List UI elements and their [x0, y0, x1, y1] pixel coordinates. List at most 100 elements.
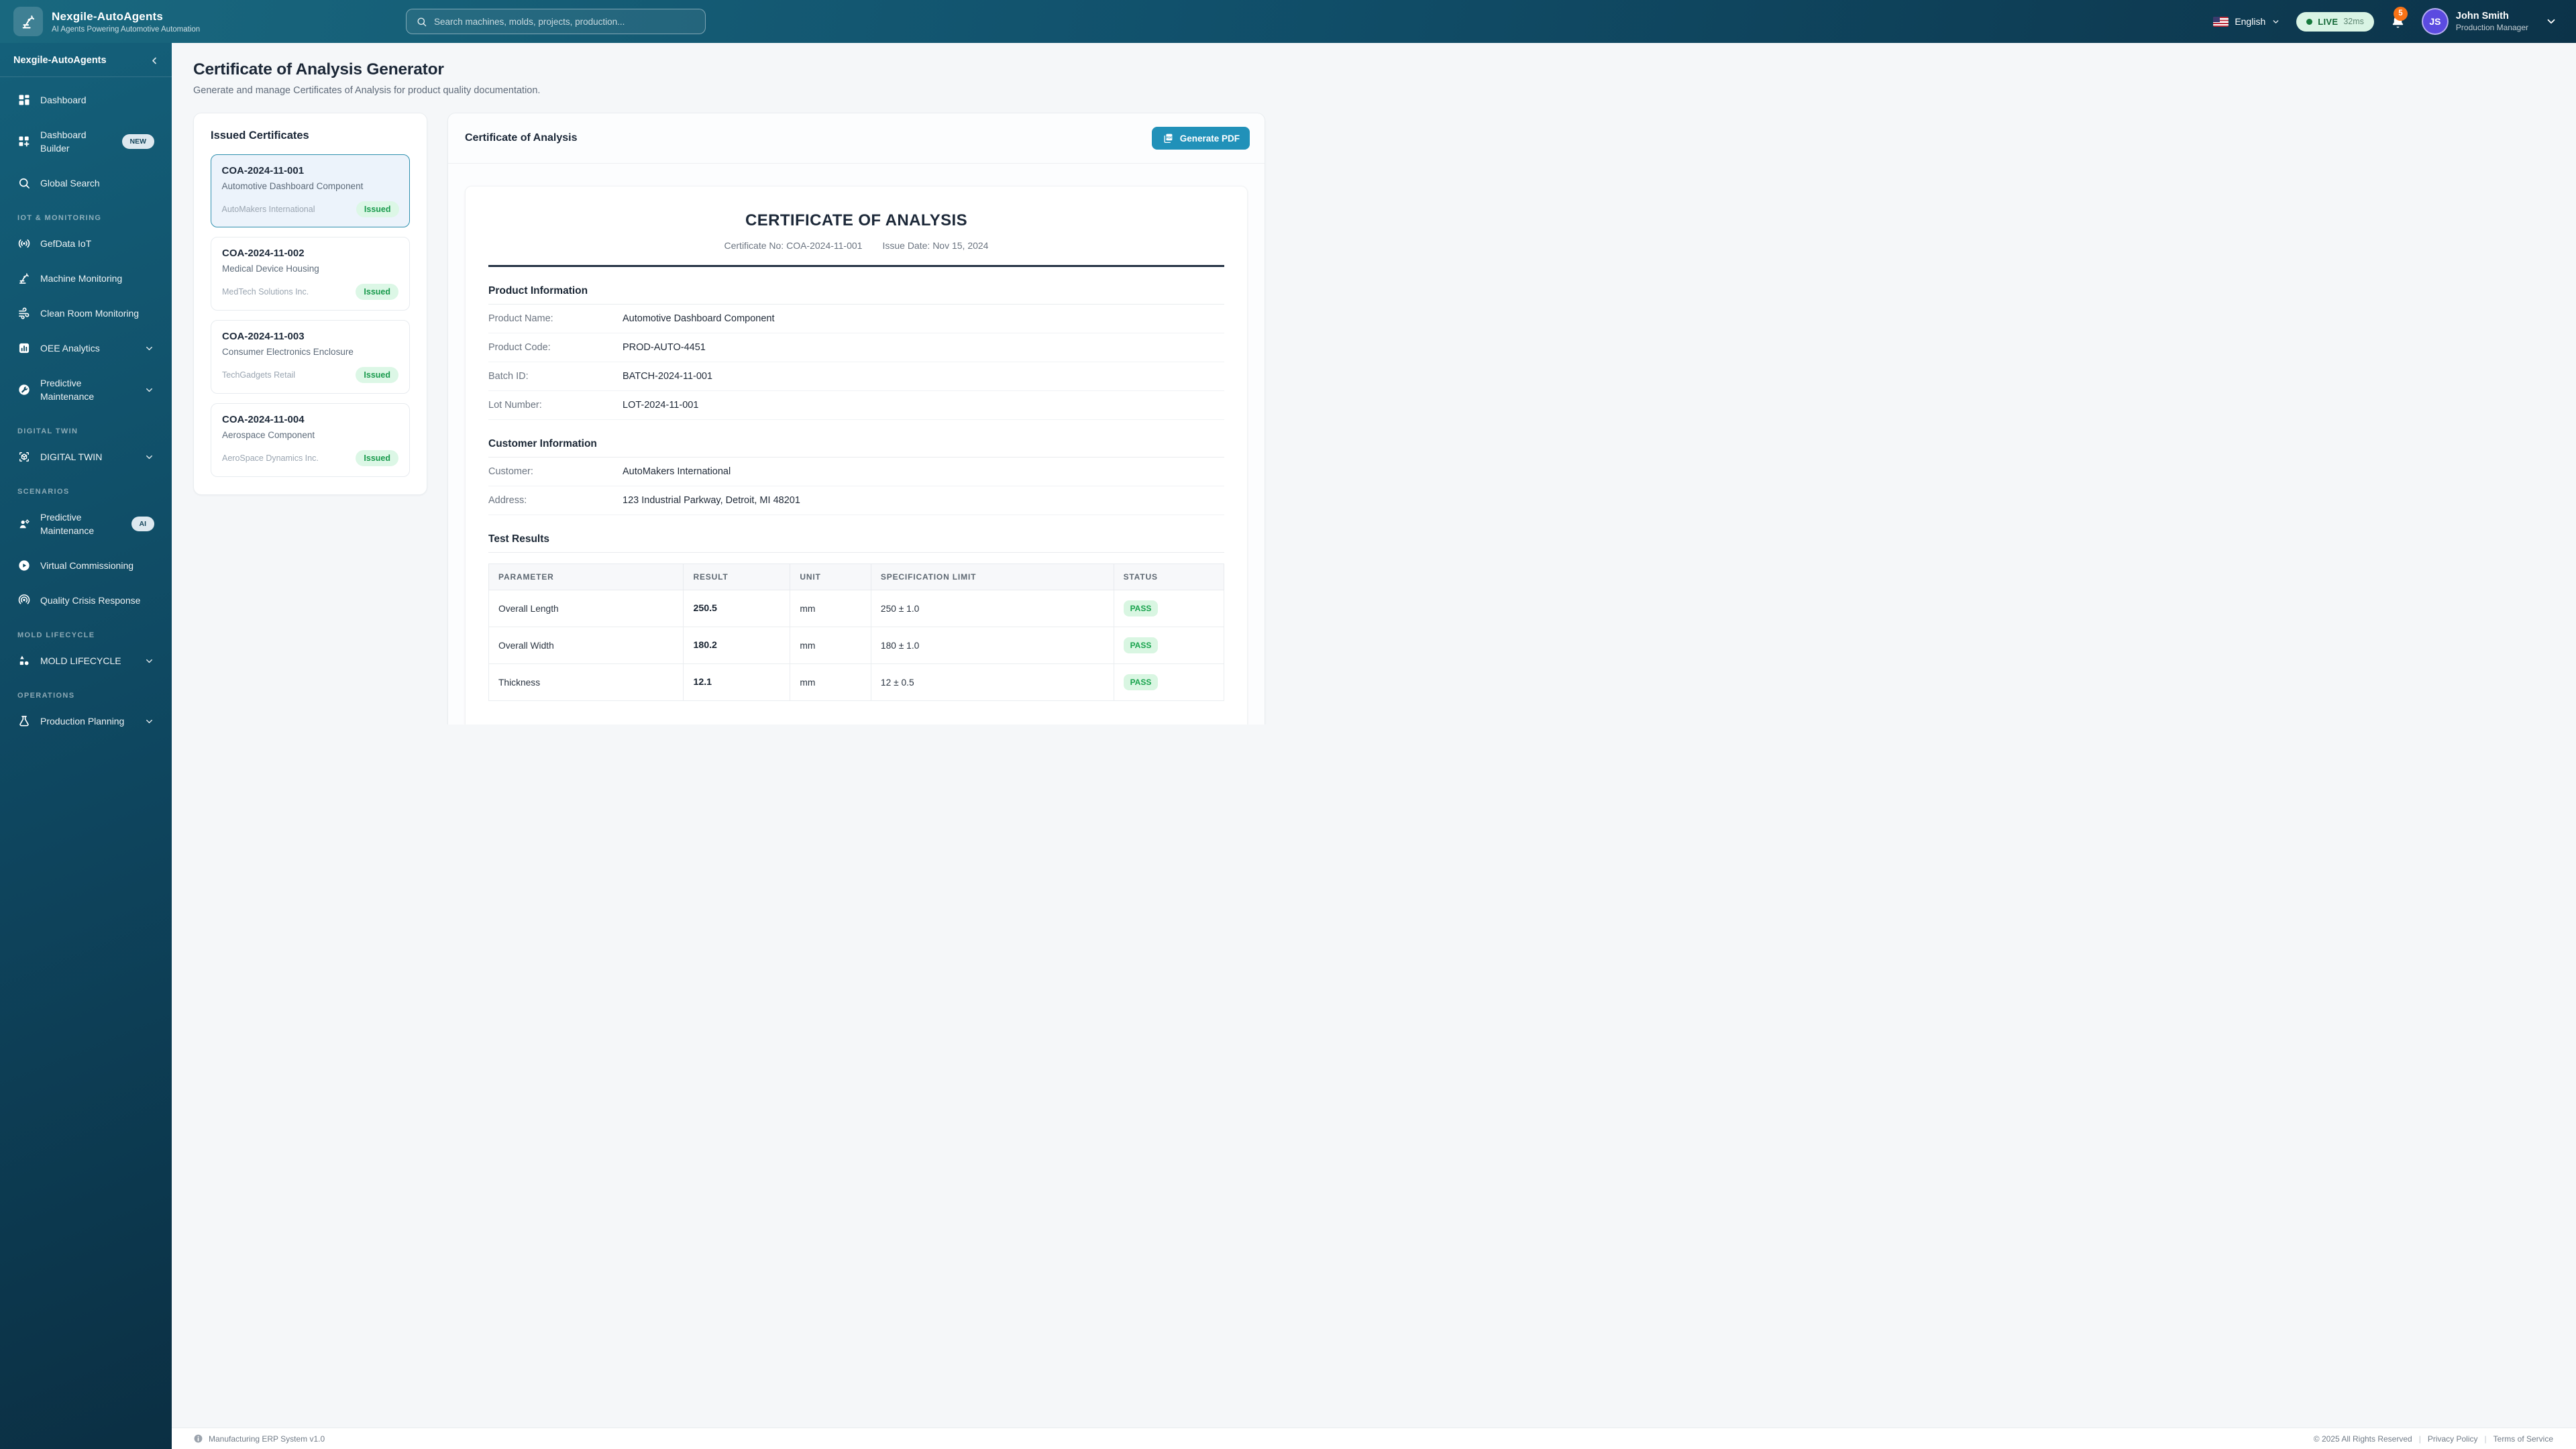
sidebar-item-virtual-commissioning[interactable]: Virtual Commissioning — [8, 551, 164, 580]
certificate-id: COA-2024-11-003 — [222, 331, 398, 342]
chevron-down-icon — [2545, 15, 2557, 28]
column-header-specification-limit: SPECIFICATION LIMIT — [871, 564, 1114, 590]
sidebar-item-digital-twin[interactable]: DIGITAL TWIN — [8, 442, 164, 472]
us-flag-icon — [2213, 17, 2229, 27]
spec-cell: 250 ± 1.0 — [871, 590, 1114, 627]
sidebar-item-quality-crisis-response[interactable]: Quality Crisis Response — [8, 586, 164, 615]
sidebar-item-gefdata-iot[interactable]: GefData IoT — [8, 229, 164, 258]
info-value: 123 Industrial Parkway, Detroit, MI 4820… — [623, 495, 1224, 506]
certificate-card-coa-2024-11-002[interactable]: COA-2024-11-002Medical Device HousingMed… — [211, 237, 410, 311]
sidebar-item-dashboard[interactable]: Dashboard — [8, 85, 164, 115]
spec-cell: 180 ± 1.0 — [871, 627, 1114, 664]
sidebar-item-label: Dashboard Builder — [40, 128, 113, 155]
certificate-product: Aerospace Component — [222, 430, 398, 440]
sidebar-section-scenarios: SCENARIOS — [8, 477, 164, 502]
main-content: Certificate of Analysis Generator Genera… — [172, 0, 1288, 724]
column-header-parameter: PARAMETER — [489, 564, 684, 590]
issue-date-value: Nov 15, 2024 — [932, 240, 988, 251]
sidebar-item-machine-monitoring[interactable]: Machine Monitoring — [8, 264, 164, 293]
language-label: English — [2235, 16, 2265, 27]
info-row-address: Address:123 Industrial Parkway, Detroit,… — [488, 486, 1224, 515]
notifications-button[interactable]: 5 — [2390, 14, 2406, 30]
certificate-no-value: COA-2024-11-001 — [786, 240, 862, 251]
issue-date-label: Issue Date: — [882, 240, 930, 251]
terms-of-service-link[interactable]: Terms of Service — [2493, 1434, 2553, 1444]
shapes-icon — [17, 654, 31, 667]
certificate-product: Consumer Electronics Enclosure — [222, 347, 398, 357]
status-badge: Issued — [356, 367, 398, 383]
sidebar-item-label: Quality Crisis Response — [40, 594, 154, 607]
chevron-down-icon — [2271, 17, 2280, 26]
certificate-id: COA-2024-11-001 — [222, 165, 399, 176]
user-menu[interactable]: JS John Smith Production Manager — [2422, 8, 2557, 35]
sidebar-item-mold-lifecycle[interactable]: MOLD LIFECYCLE — [8, 646, 164, 676]
sidebar-section-iot-monitoring: IOT & MONITORING — [8, 203, 164, 229]
live-latency: 32ms — [2343, 17, 2364, 26]
siren-icon — [17, 594, 31, 607]
sidebar-item-dashboard-builder[interactable]: Dashboard BuilderNEW — [8, 120, 164, 163]
sidebar-item-label: Predictive Maintenance — [40, 511, 122, 537]
column-header-unit: UNIT — [790, 564, 871, 590]
info-value: PROD-AUTO-4451 — [623, 342, 1224, 353]
certificate-customer: AutoMakers International — [222, 205, 315, 214]
certificate-id: COA-2024-11-002 — [222, 248, 398, 259]
ai-badge: AI — [131, 517, 155, 531]
sidebar-item-global-search[interactable]: Global Search — [8, 168, 164, 198]
language-selector[interactable]: English — [2213, 16, 2280, 27]
info-value: LOT-2024-11-001 — [623, 400, 1224, 411]
test-result-row-overall-length: Overall Length250.5mm250 ± 1.0PASS — [489, 590, 1224, 627]
sidebar-collapse-button[interactable] — [150, 56, 160, 66]
avatar: JS — [2422, 8, 2449, 35]
pass-badge: PASS — [1124, 674, 1159, 690]
info-row-batch-id: Batch ID:BATCH-2024-11-001 — [488, 362, 1224, 391]
info-value: AutoMakers International — [623, 466, 1224, 477]
sidebar-item-label: Clean Room Monitoring — [40, 307, 154, 320]
result-cell: 12.1 — [684, 664, 790, 701]
info-value: BATCH-2024-11-001 — [623, 371, 1224, 382]
wrench-circle-icon — [17, 383, 31, 396]
robot-arm-icon — [17, 272, 31, 285]
column-header-result: RESULT — [684, 564, 790, 590]
certificate-card-coa-2024-11-004[interactable]: COA-2024-11-004Aerospace ComponentAeroSp… — [211, 403, 410, 477]
info-label: Address: — [488, 495, 623, 506]
parameter-cell: Overall Width — [489, 627, 684, 664]
flask-icon — [17, 714, 31, 728]
section-title-product-information: Product Information — [488, 285, 1224, 305]
sidebar-item-oee-analytics[interactable]: OEE Analytics — [8, 333, 164, 363]
page-title: Certificate of Analysis Generator — [193, 60, 1265, 79]
column-header-status: STATUS — [1114, 564, 1224, 590]
global-search-bar[interactable] — [406, 9, 706, 34]
copyright-text: © 2025 All Rights Reserved — [2314, 1434, 2412, 1444]
generate-pdf-button[interactable]: PDF Generate PDF — [1152, 127, 1250, 150]
sidebar-item-label: Production Planning — [40, 714, 135, 728]
search-icon — [17, 176, 31, 190]
search-input[interactable] — [434, 17, 696, 27]
privacy-policy-link[interactable]: Privacy Policy — [2428, 1434, 2478, 1444]
app-header: Nexgile-AutoAgents AI Agents Powering Au… — [0, 0, 2576, 43]
sidebar-section-mold-lifecycle: MOLD LIFECYCLE — [8, 621, 164, 646]
certificate-card-coa-2024-11-003[interactable]: COA-2024-11-003 Consumer Electronics Encl… — [211, 320, 410, 394]
wind-icon — [17, 307, 31, 320]
test-results-table: PARAMETERRESULTUNITSPECIFICATION LIMITST… — [488, 564, 1224, 701]
info-label: Lot Number: — [488, 400, 623, 411]
pdf-file-icon: PDF — [1162, 132, 1174, 144]
certificate-product: Medical Device Housing — [222, 264, 398, 274]
sidebar-nav: Dashboard Dashboard BuilderNEW Global Sear… — [0, 77, 172, 1449]
sidebar-item-predictive-maintenance[interactable]: Predictive Maintenance — [8, 368, 164, 411]
sidebar-item-label: Virtual Commissioning — [40, 559, 154, 572]
sidebar-item-predictive-maintenance[interactable]: Predictive Maintenance AI — [8, 502, 164, 545]
worker-gear-icon — [17, 517, 31, 531]
info-label: Batch ID: — [488, 371, 623, 382]
sidebar-item-clean-room-monitoring[interactable]: Clean Room Monitoring — [8, 299, 164, 328]
sidebar-title: Nexgile-AutoAgents — [13, 55, 107, 66]
info-row-customer: Customer:AutoMakers International — [488, 458, 1224, 486]
info-label: Product Name: — [488, 313, 623, 324]
sidebar-item-label: Predictive Maintenance — [40, 376, 135, 403]
certificate-customer: AeroSpace Dynamics Inc. — [222, 453, 319, 463]
sidebar-item-production-planning[interactable]: Production Planning — [8, 706, 164, 736]
issued-certificates-panel: Issued Certificates COA-2024-11-001Autom… — [193, 113, 427, 495]
certificate-panel-title: Certificate of Analysis — [465, 132, 577, 144]
status-badge: Issued — [356, 201, 399, 217]
chevron-down-icon — [144, 452, 154, 462]
certificate-card-coa-2024-11-001[interactable]: COA-2024-11-001Automotive Dashboard Comp… — [211, 154, 410, 227]
